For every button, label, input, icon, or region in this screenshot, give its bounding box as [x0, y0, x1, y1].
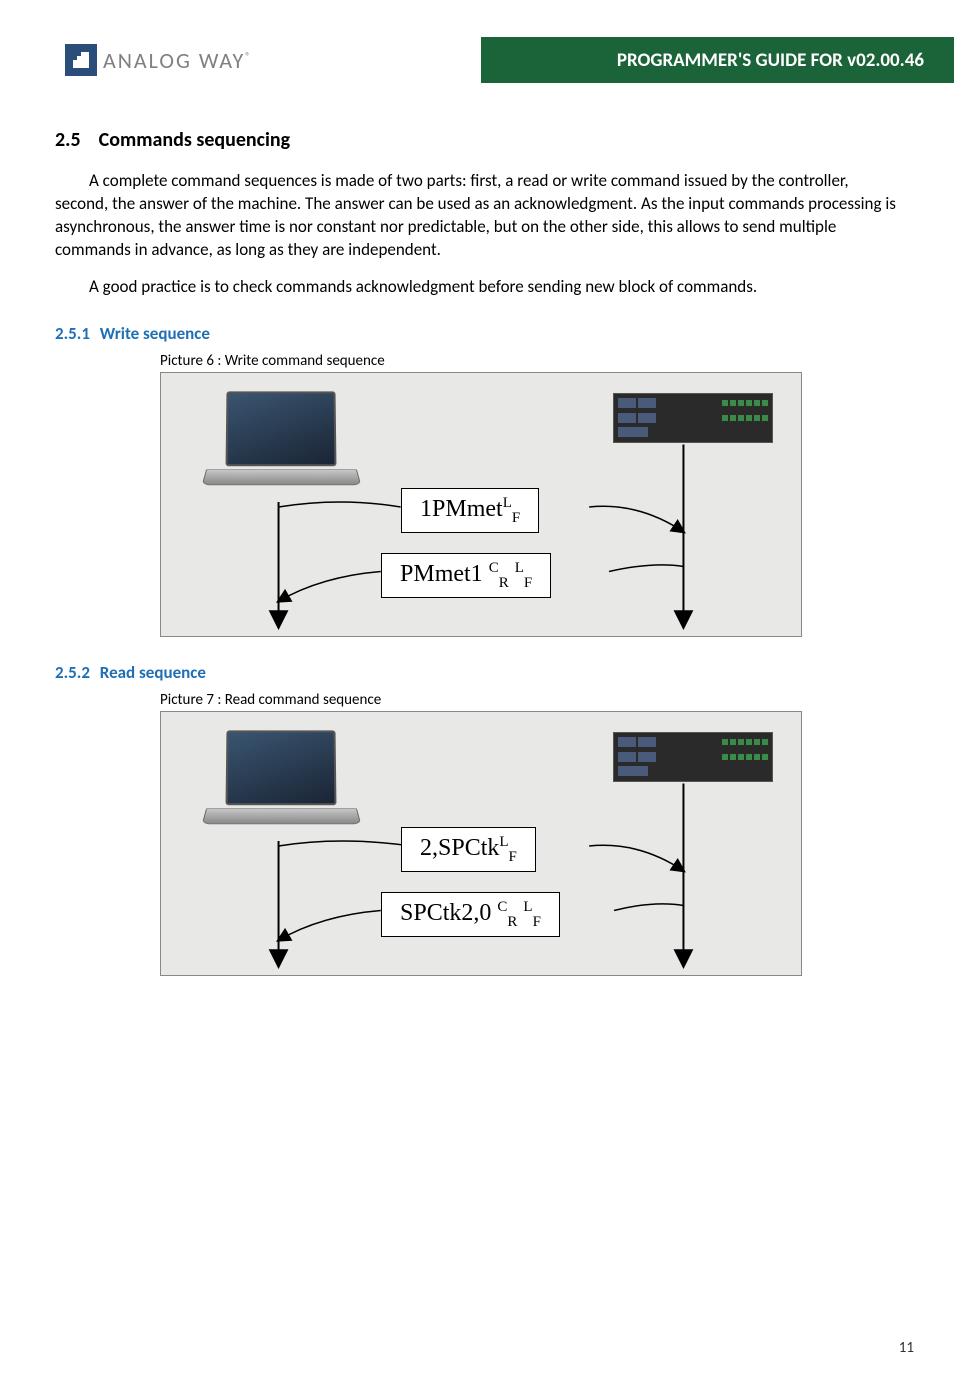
rack-device-icon [613, 393, 773, 443]
figure-7-caption: Picture 7 : Read command sequence [160, 691, 899, 709]
page-number: 11 [899, 1339, 914, 1357]
laptop-icon [201, 730, 361, 840]
page-header: ANALOG WAY® PROGRAMMER'S GUIDE FOR v02.0… [0, 37, 954, 83]
figure-6-caption: Picture 6 : Write command sequence [160, 352, 899, 370]
subsection-1-heading: 2.5.1 Write sequence [55, 323, 899, 344]
laptop-icon [201, 391, 361, 501]
figure-7-diagram: 2,SPCtkLF SPCtk2,0 CR LF [160, 711, 802, 976]
logo-icon [65, 44, 97, 76]
subsection-2-heading: 2.5.2 Read sequence [55, 662, 899, 683]
section-heading: 2.5Commands sequencing [55, 128, 899, 152]
write-request-box: 1PMmetLF [401, 488, 539, 534]
read-request-box: 2,SPCtkLF [401, 827, 536, 873]
rack-device-icon [613, 732, 773, 782]
section-paragraph-2: A good practice is to check commands ack… [55, 276, 899, 299]
header-left: ANALOG WAY® [0, 37, 481, 83]
section-paragraph-1: A complete command sequences is made of … [55, 170, 899, 262]
page-content: 2.5Commands sequencing A complete comman… [0, 83, 954, 976]
read-response-box: SPCtk2,0 CR LF [381, 892, 560, 938]
header-title: PROGRAMMER'S GUIDE FOR v02.00.46 [481, 37, 954, 83]
figure-6-diagram: 1PMmetLF PMmet1 CR LF [160, 372, 802, 637]
logo-text: ANALOG WAY® [103, 47, 252, 74]
write-response-box: PMmet1 CR LF [381, 553, 551, 599]
logo: ANALOG WAY® [65, 44, 252, 76]
